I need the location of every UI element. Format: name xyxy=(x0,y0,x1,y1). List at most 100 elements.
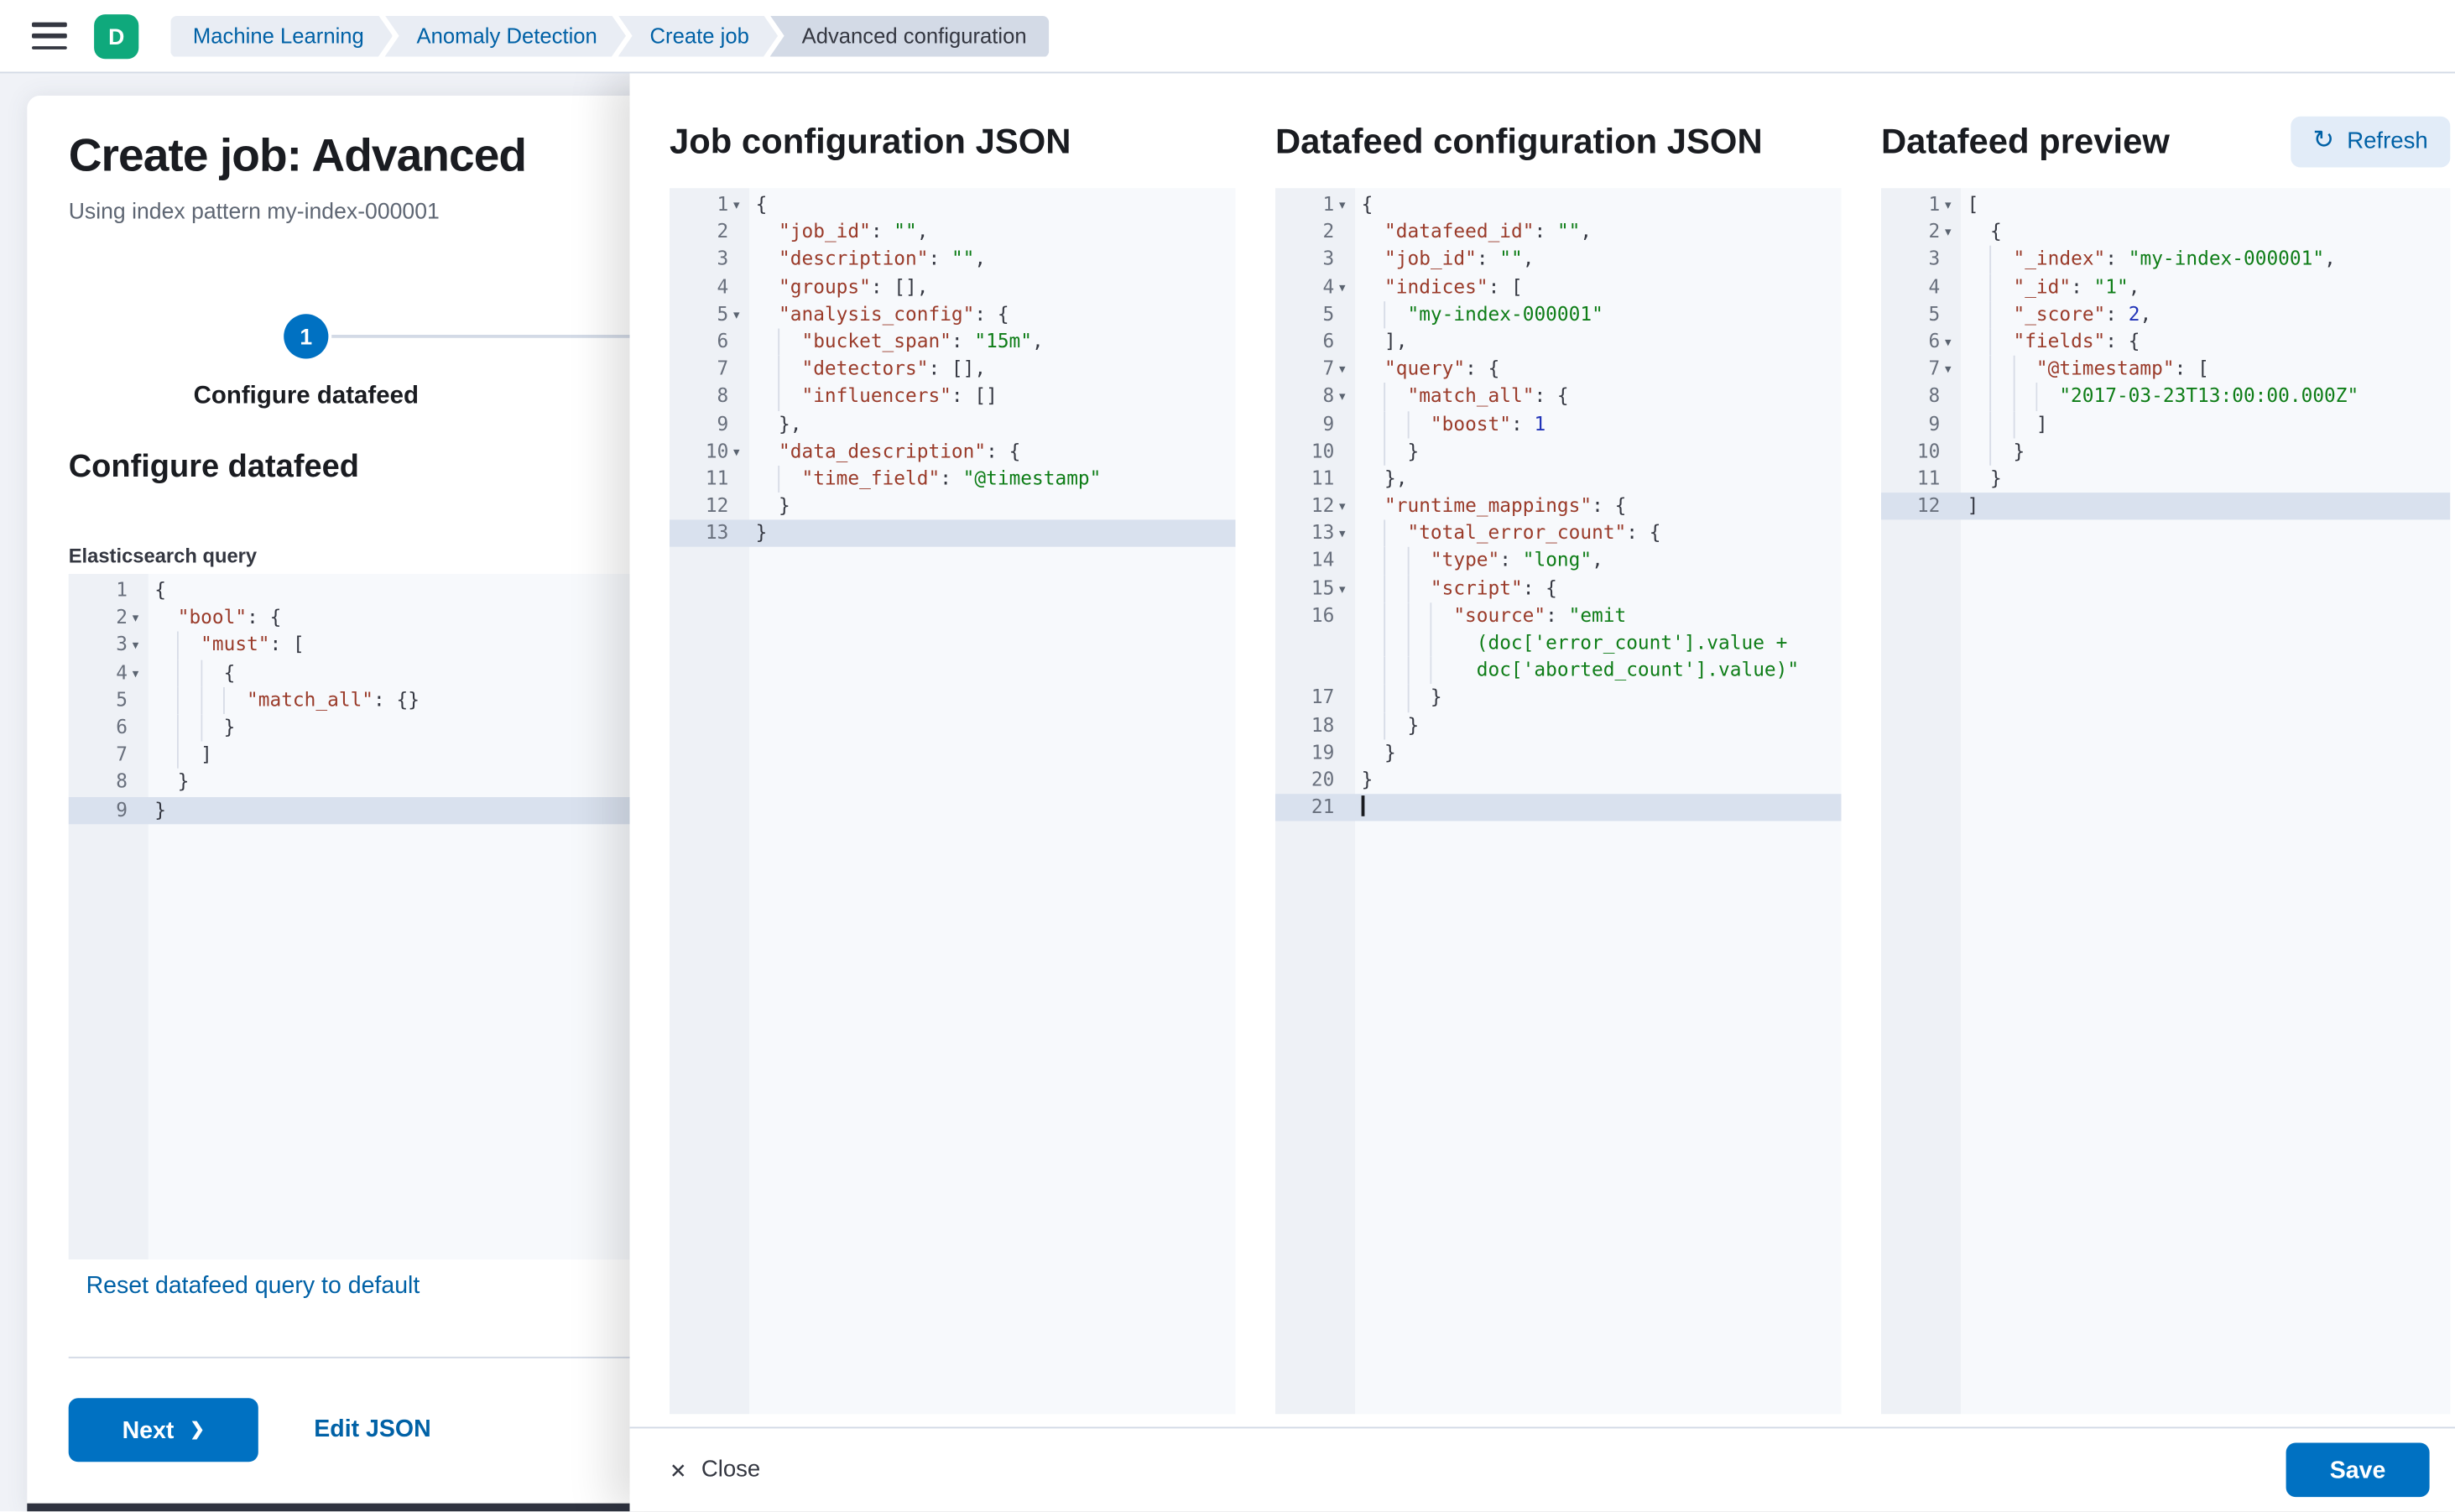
fold-icon[interactable]: ▾ xyxy=(128,666,149,680)
code-line: 1▾[ xyxy=(1881,191,2450,219)
es-query-editor[interactable]: 1{2▾ "bool": {3▾ "must": [4▾ {5 "match_a… xyxy=(69,574,630,1259)
line-number: 6 xyxy=(1323,328,1335,356)
next-button[interactable]: Next ❯ xyxy=(69,1398,258,1462)
line-number: 10 xyxy=(1311,438,1334,466)
line-number: 21 xyxy=(1311,794,1334,821)
fold-icon[interactable]: ▾ xyxy=(1334,499,1355,514)
code-line: 5 "match_all": {} xyxy=(69,686,630,714)
code-line: 7 ] xyxy=(69,742,630,769)
datafeed-config-editor[interactable]: 1▾{2 "datafeed_id": "",3 "job_id": "",4▾… xyxy=(1275,188,1842,1414)
line-number: 7 xyxy=(116,742,128,769)
code-line: 10 } xyxy=(1275,438,1842,466)
code-line: 17 } xyxy=(1275,685,1842,712)
code-line: 19 } xyxy=(1275,739,1842,767)
line-number: 8 xyxy=(717,383,729,411)
datafeed-config-column: Datafeed configuration JSON 1▾{2 "datafe… xyxy=(1275,115,1842,1414)
line-number: 20 xyxy=(1311,767,1334,795)
code-line: 13▾ "total_error_count": { xyxy=(1275,520,1842,548)
code-line: 8 } xyxy=(69,769,630,796)
breadcrumb-advanced-configuration: Advanced configuration xyxy=(770,15,1050,56)
code-line: 6 ], xyxy=(1275,328,1842,356)
code-line: 4 "_id": "1", xyxy=(1881,274,2450,301)
breadcrumb-create-job[interactable]: Create job xyxy=(618,15,779,56)
code-line: 2 "datafeed_id": "", xyxy=(1275,219,1842,247)
fold-icon[interactable]: ▾ xyxy=(728,307,749,321)
fold-icon[interactable]: ▾ xyxy=(1940,362,1961,377)
close-button[interactable]: ✕ Close xyxy=(670,1457,760,1483)
line-number: 4 xyxy=(116,660,128,687)
line-number: 6 xyxy=(1929,328,1941,356)
fold-icon[interactable]: ▾ xyxy=(1334,581,1355,596)
line-number: 4 xyxy=(1323,274,1335,301)
line-number: 6 xyxy=(717,328,729,356)
line-number: 8 xyxy=(116,769,128,796)
save-button[interactable]: Save xyxy=(2286,1443,2430,1498)
code-line: 12 } xyxy=(670,493,1236,520)
code-line: 18 } xyxy=(1275,712,1842,739)
line-number: 11 xyxy=(1917,466,1940,493)
code-line: 4 "groups": [], xyxy=(670,274,1236,301)
code-line: 21 xyxy=(1275,794,1842,821)
edit-json-flyout: Job configuration JSON 1▾{2 "job_id": ""… xyxy=(630,73,2455,1511)
fold-icon[interactable]: ▾ xyxy=(1334,280,1355,295)
line-number: 1 xyxy=(717,191,729,219)
line-number: 2 xyxy=(1929,219,1941,247)
code-line: 6 "bucket_span": "15m", xyxy=(670,328,1236,356)
line-number: 19 xyxy=(1311,739,1334,767)
code-line: 8▾ "match_all": { xyxy=(1275,383,1842,411)
line-number: 3 xyxy=(717,246,729,274)
line-number: 5 xyxy=(116,686,128,714)
line-number: 4 xyxy=(1929,274,1941,301)
configure-datafeed-heading: Configure datafeed xyxy=(69,450,359,487)
code-line: 7▾ "@timestamp": [ xyxy=(1881,356,2450,383)
datafeed-preview-column: Datafeed preview ↻ Refresh 1▾[2▾ {3 "_in… xyxy=(1881,115,2450,1414)
fold-icon[interactable]: ▾ xyxy=(1940,198,1961,212)
line-number: 3 xyxy=(1323,246,1335,274)
fold-icon[interactable]: ▾ xyxy=(1940,225,1961,239)
step-1-indicator[interactable]: 1 xyxy=(284,314,328,358)
fold-icon[interactable]: ▾ xyxy=(1334,362,1355,377)
code-line: 3▾ "must": [ xyxy=(69,632,630,660)
line-number: 9 xyxy=(116,796,128,824)
code-line: 10▾ "data_description": { xyxy=(670,438,1236,466)
fold-icon[interactable]: ▾ xyxy=(728,198,749,212)
edit-json-link[interactable]: Edit JSON xyxy=(314,1416,430,1442)
code-line: 1▾{ xyxy=(670,191,1236,219)
fold-icon[interactable]: ▾ xyxy=(1334,527,1355,541)
line-number: 6 xyxy=(116,714,128,742)
line-number: 7 xyxy=(1929,356,1941,383)
code-line: 14 "type": "long", xyxy=(1275,548,1842,576)
fold-icon[interactable]: ▾ xyxy=(1334,389,1355,404)
refresh-button-label: Refresh xyxy=(2347,129,2427,154)
code-line: 11 "time_field": "@timestamp" xyxy=(670,466,1236,493)
code-line: 9 "boost": 1 xyxy=(1275,410,1842,438)
code-line: 5▾ "analysis_config": { xyxy=(670,301,1236,329)
datafeed-preview-editor[interactable]: 1▾[2▾ {3 "_index": "my-index-000001",4 "… xyxy=(1881,188,2450,1414)
line-number: 7 xyxy=(717,356,729,383)
code-line: 6▾ "fields": { xyxy=(1881,328,2450,356)
fold-icon[interactable]: ▾ xyxy=(128,611,149,625)
fold-icon[interactable]: ▾ xyxy=(1334,198,1355,212)
refresh-icon: ↻ xyxy=(2313,129,2334,154)
menu-icon[interactable] xyxy=(32,23,67,50)
reset-query-link[interactable]: Reset datafeed query to default xyxy=(86,1272,420,1299)
bottom-bar xyxy=(27,1504,629,1512)
line-number: 1 xyxy=(1929,191,1941,219)
line-number: 10 xyxy=(706,438,728,466)
breadcrumb-anomaly-detection[interactable]: Anomaly Detection xyxy=(385,15,626,56)
close-icon: ✕ xyxy=(670,1459,687,1480)
job-config-editor[interactable]: 1▾{2 "job_id": "",3 "description": "",4 … xyxy=(670,188,1236,1414)
line-number: 1 xyxy=(1323,191,1335,219)
job-config-column: Job configuration JSON 1▾{2 "job_id": ""… xyxy=(670,115,1236,1414)
avatar[interactable]: D xyxy=(94,13,138,58)
fold-icon[interactable]: ▾ xyxy=(1940,335,1961,349)
code-line: 15▾ "script": { xyxy=(1275,575,1842,602)
line-number: 3 xyxy=(116,632,128,660)
fold-icon[interactable]: ▾ xyxy=(728,445,749,459)
breadcrumb-machine-learning[interactable]: Machine Learning xyxy=(170,15,393,56)
code-line: 9} xyxy=(69,796,630,824)
code-line: 2▾ { xyxy=(1881,219,2450,247)
refresh-button[interactable]: ↻ Refresh xyxy=(2291,117,2450,168)
code-line: 3 "description": "", xyxy=(670,246,1236,274)
fold-icon[interactable]: ▾ xyxy=(128,639,149,653)
